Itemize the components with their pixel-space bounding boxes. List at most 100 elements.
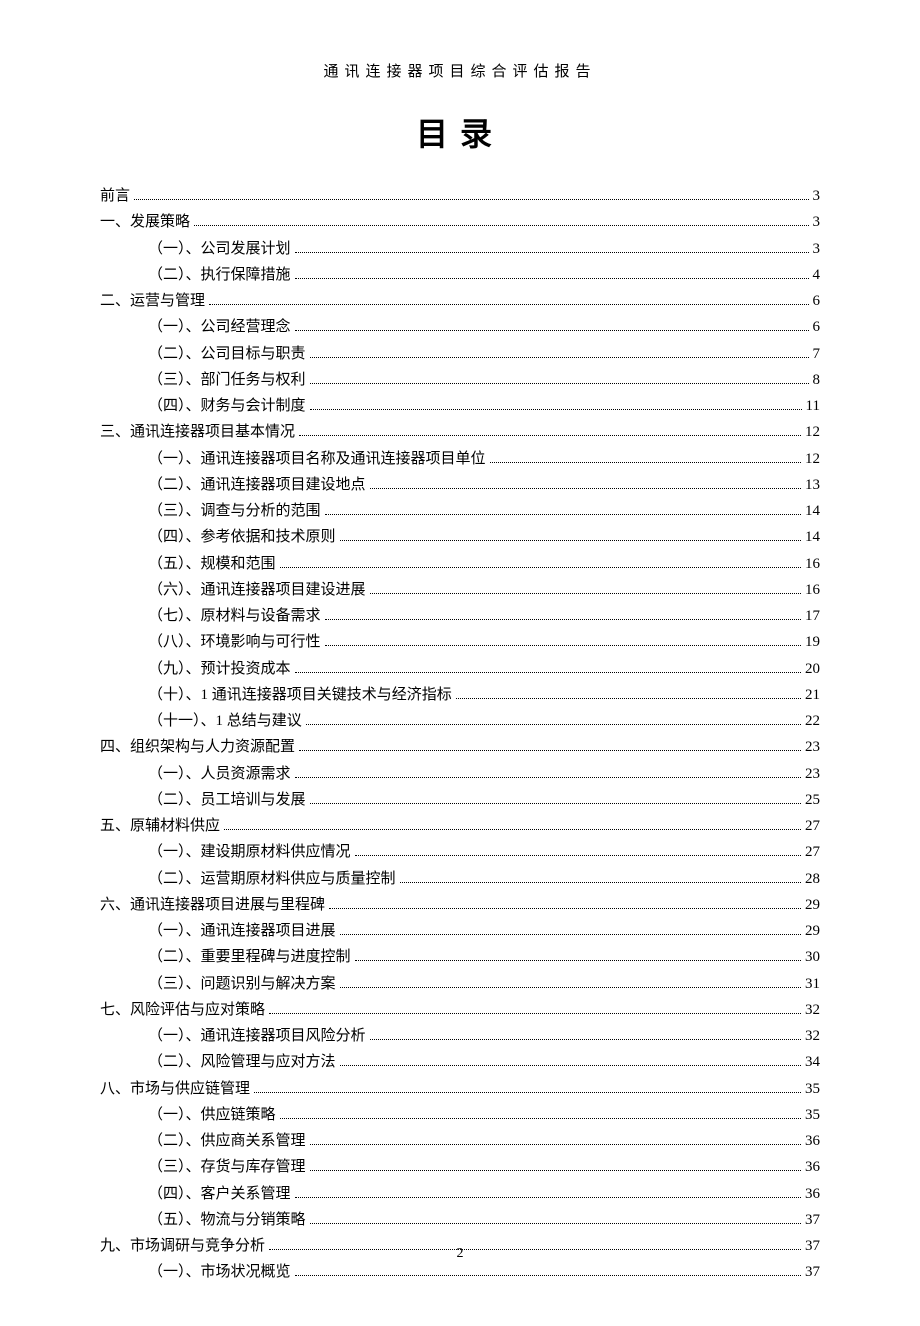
toc-entry-label: （三）、问题识别与解决方案 [148,971,336,997]
toc-entry-page: 3 [813,183,821,209]
toc-entry-label: （四）、客户关系管理 [148,1181,291,1207]
toc-entry-label: （一）、公司经营理念 [148,314,291,340]
toc-entry[interactable]: （九）、预计投资成本20 [100,656,820,682]
toc-entry[interactable]: 二、运营与管理6 [100,288,820,314]
toc-entry[interactable]: （三）、存货与库存管理 36 [100,1154,820,1180]
toc-leader-dots [269,1004,801,1014]
toc-entry-page: 36 [805,1154,820,1180]
page-container: 通讯连接器项目综合评估报告 目录 前言3一、发展策略3（一）、公司发展计划3（二… [0,0,920,1326]
toc-entry-page: 12 [805,446,820,472]
toc-entry[interactable]: （二）、执行保障措施4 [100,262,820,288]
toc-entry[interactable]: （十一）、1 总结与建议22 [100,708,820,734]
toc-entry[interactable]: （一）、通讯连接器项目名称及通讯连接器项目单位12 [100,446,820,472]
toc-entry[interactable]: （一）、建设期原材料供应情况27 [100,839,820,865]
toc-entry[interactable]: （二）、重要里程碑与进度控制30 [100,944,820,970]
toc-entry[interactable]: （二）、通讯连接器项目建设地点13 [100,472,820,498]
toc-entry-label: （三）、部门任务与权利 [148,367,306,393]
toc-entry-page: 6 [813,288,821,314]
toc-entry-page: 23 [805,734,820,760]
toc-entry-page: 21 [805,682,820,708]
toc-entry[interactable]: （一）、通讯连接器项目进展29 [100,918,820,944]
toc-leader-dots [209,295,808,305]
toc-leader-dots [370,584,801,594]
toc-entry[interactable]: （一）、通讯连接器项目风险分析32 [100,1023,820,1049]
toc-entry[interactable]: （一）、人员资源需求23 [100,761,820,787]
toc-leader-dots [329,899,801,909]
toc-leader-dots [456,689,801,699]
toc-leader-dots [299,426,801,436]
toc-entry[interactable]: （三）、调查与分析的范围 14 [100,498,820,524]
toc-entry-page: 32 [805,997,820,1023]
toc-leader-dots [295,768,801,778]
toc-entry-page: 16 [805,577,820,603]
toc-entry[interactable]: （八）、环境影响与可行性19 [100,629,820,655]
toc-entry-label: 七、风险评估与应对策略 [100,997,265,1023]
toc-entry[interactable]: （五）、物流与分销策略37 [100,1207,820,1233]
toc-entry-page: 8 [813,367,821,393]
toc-entry[interactable]: （三）、部门任务与权利 8 [100,367,820,393]
toc-entry-page: 14 [805,498,820,524]
toc-title: 目录 [100,109,820,155]
toc-entry[interactable]: （三）、问题识别与解决方案31 [100,971,820,997]
toc-entry[interactable]: （十）、1 通讯连接器项目关键技术与经济指标21 [100,682,820,708]
table-of-contents: 前言 3一、发展策略3（一）、公司发展计划3（二）、执行保障措施4二、运营与管理6… [100,183,820,1286]
toc-entry[interactable]: （二）、员工培训与发展25 [100,787,820,813]
toc-entry[interactable]: （二）、风险管理与应对方法34 [100,1049,820,1075]
toc-entry-label: 前言 [100,183,130,209]
toc-leader-dots [310,374,809,384]
toc-entry[interactable]: （一）、供应链策略35 [100,1102,820,1128]
toc-leader-dots [355,951,801,961]
toc-entry[interactable]: 三、通讯连接器项目基本情况12 [100,419,820,445]
toc-entry[interactable]: （四）、客户关系管理36 [100,1181,820,1207]
toc-leader-dots [299,741,801,751]
toc-leader-dots [325,505,801,515]
toc-leader-dots [295,1188,801,1198]
toc-entry[interactable]: （二）、公司目标与职责 7 [100,341,820,367]
toc-entry[interactable]: 一、发展策略3 [100,209,820,235]
toc-entry-label: （四）、财务与会计制度 [148,393,306,419]
toc-entry-page: 16 [805,551,820,577]
toc-leader-dots [295,1266,801,1276]
toc-entry-page: 11 [806,393,820,419]
toc-entry-label: （三）、调查与分析的范围 [148,498,321,524]
toc-entry[interactable]: （一）、公司经营理念6 [100,314,820,340]
toc-leader-dots [280,1109,801,1119]
toc-entry-page: 36 [805,1128,820,1154]
toc-entry-label: （十一）、1 总结与建议 [148,708,302,734]
toc-entry-label: （一）、市场状况概览 [148,1259,291,1285]
toc-leader-dots [310,400,802,410]
toc-entry-page: 27 [805,813,820,839]
toc-entry[interactable]: （六）、通讯连接器项目建设进展16 [100,577,820,603]
toc-entry[interactable]: （四）、财务与会计制度 11 [100,393,820,419]
toc-leader-dots [310,1214,801,1224]
toc-entry[interactable]: 五、原辅材料供应27 [100,813,820,839]
toc-entry-label: （二）、公司目标与职责 [148,341,306,367]
toc-entry[interactable]: （二）、供应商关系管理36 [100,1128,820,1154]
toc-entry-page: 12 [805,419,820,445]
toc-entry-label: （二）、通讯连接器项目建设地点 [148,472,366,498]
toc-entry[interactable]: （四）、参考依据和技术原则14 [100,524,820,550]
toc-entry-label: （五）、规模和范围 [148,551,276,577]
toc-leader-dots [310,794,801,804]
toc-entry[interactable]: 七、风险评估与应对策略 32 [100,997,820,1023]
toc-entry-label: 四、组织架构与人力资源配置 [100,734,295,760]
toc-leader-dots [370,1030,801,1040]
toc-entry[interactable]: 八、市场与供应链管理35 [100,1076,820,1102]
toc-entry[interactable]: （七）、原材料与设备需求17 [100,603,820,629]
toc-leader-dots [306,715,801,725]
toc-entry-label: （三）、存货与库存管理 [148,1154,306,1180]
toc-leader-dots [490,453,801,463]
toc-entry-label: （二）、员工培训与发展 [148,787,306,813]
toc-entry[interactable]: （一）、市场状况概览37 [100,1259,820,1285]
toc-entry[interactable]: 前言 3 [100,183,820,209]
toc-entry[interactable]: （五）、规模和范围 16 [100,551,820,577]
toc-entry[interactable]: 六、通讯连接器项目进展与里程碑29 [100,892,820,918]
toc-entry-page: 3 [813,236,821,262]
toc-entry-page: 35 [805,1102,820,1128]
toc-entry[interactable]: （二）、运营期原材料供应与质量控制28 [100,866,820,892]
toc-entry[interactable]: 四、组织架构与人力资源配置 23 [100,734,820,760]
toc-leader-dots [370,479,801,489]
toc-entry[interactable]: （一）、公司发展计划3 [100,236,820,262]
toc-entry-label: （五）、物流与分销策略 [148,1207,306,1233]
toc-entry-page: 7 [813,341,821,367]
